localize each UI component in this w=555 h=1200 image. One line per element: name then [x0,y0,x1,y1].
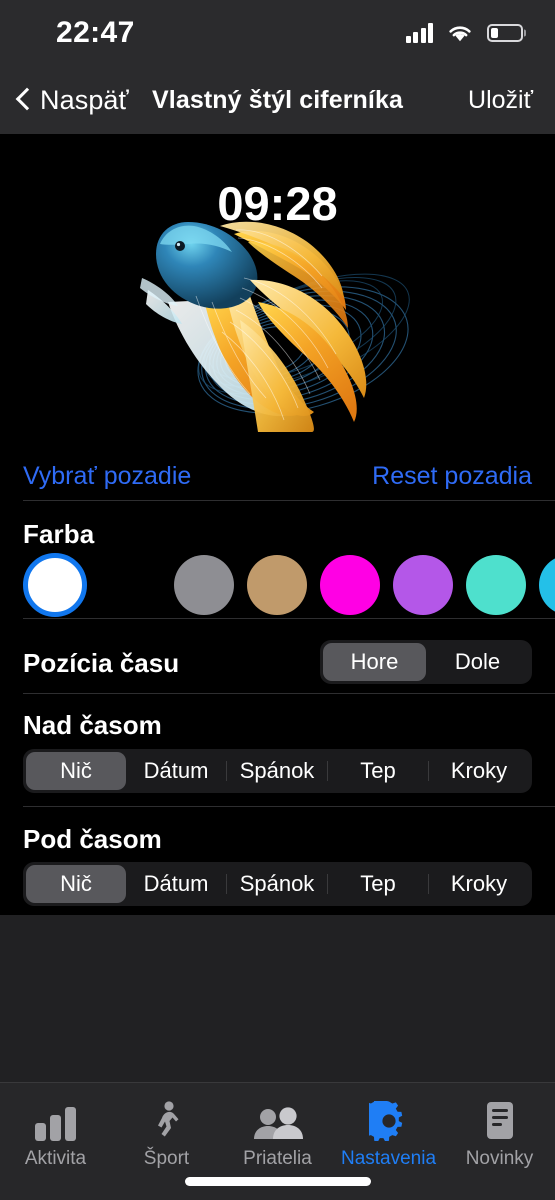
gear-icon [368,1099,409,1141]
navigation-bar: Naspäť Vlastný štýl ciferníka Uložiť [0,66,555,134]
above-time-option-tep[interactable]: Tep [328,752,428,790]
two-people-icon [252,1099,304,1141]
back-button[interactable]: Naspäť [0,85,129,116]
color-section-title: Farba [23,519,95,549]
tab-label: Aktivita [24,1148,87,1169]
tab-label: Šport [143,1148,190,1169]
below-time-option-datum[interactable]: Dátum [126,865,226,903]
preview-clock: 09:28 [217,177,338,230]
color-swatch-cyan[interactable] [539,555,555,615]
time-position-option-dole[interactable]: Dole [426,643,529,681]
below-time-segmented-control[interactable]: Nič Dátum Spánok Tep Kroky [23,862,532,906]
color-swatch-purple[interactable] [393,555,453,615]
reset-background-button[interactable]: Reset pozadia [372,462,532,491]
tab-novinky[interactable]: Novinky [444,1083,555,1170]
below-time-option-spanok[interactable]: Spánok [227,865,327,903]
divider [23,806,555,807]
divider [23,693,555,694]
walking-person-icon [150,1099,184,1141]
choose-background-button[interactable]: Vybrať pozadie [23,462,191,491]
status-bar-clock: 22:47 [56,16,135,49]
divider [23,500,555,501]
tab-aktivita[interactable]: Aktivita [0,1083,111,1170]
color-swatch-turquoise[interactable] [466,555,526,615]
chevron-left-icon [16,87,31,113]
below-time-option-nic[interactable]: Nič [26,865,126,903]
below-time-option-kroky[interactable]: Kroky [429,865,529,903]
above-time-option-kroky[interactable]: Kroky [429,752,529,790]
above-time-option-nic[interactable]: Nič [26,752,126,790]
above-time-label: Nad časom [23,710,162,740]
save-button[interactable]: Uložiť [468,86,555,115]
tab-sport[interactable]: Šport [111,1083,222,1170]
time-position-label: Pozícia času [23,648,180,678]
color-swatch-gray[interactable] [174,555,234,615]
below-time-option-tep[interactable]: Tep [328,865,428,903]
above-time-option-spanok[interactable]: Spánok [227,752,327,790]
home-indicator[interactable] [184,1177,371,1186]
time-position-segmented-control[interactable]: Hore Dole [320,640,532,684]
above-time-segmented-control[interactable]: Nič Dátum Spánok Tep Kroky [23,749,532,793]
watch-face-preview[interactable]: 09:28 [0,134,555,444]
color-swatch-tan[interactable] [247,555,307,615]
status-bar-icons [405,23,523,43]
color-swatch-magenta[interactable] [320,555,380,615]
phone-screen: 22:47 Naspäť Vlastný štýl ciferníka Ulož… [0,0,555,1200]
color-swatch-white[interactable] [23,553,87,617]
color-swatch-row[interactable] [0,548,555,622]
tab-label: Priatelia [243,1148,312,1169]
bar-chart-icon [33,1099,79,1141]
tab-bar: Aktivita Šport Priatelia Nastavenia Novi… [0,1082,555,1200]
tab-label: Novinky [465,1148,534,1169]
time-position-option-hore[interactable]: Hore [323,643,426,681]
status-bar: 22:47 [0,0,555,66]
tab-label: Nastavenia [340,1148,437,1169]
tab-priatelia[interactable]: Priatelia [222,1083,333,1170]
above-time-option-datum[interactable]: Dátum [126,752,226,790]
battery-icon [487,24,523,42]
background-actions-row: Vybrať pozadie Reset pozadia [0,452,555,500]
cellular-signal-icon [405,23,433,43]
document-icon [484,1099,516,1141]
below-time-label: Pod časom [23,824,162,854]
divider [23,618,555,619]
wifi-icon [447,23,473,43]
back-button-label: Naspäť [40,84,129,115]
tab-nastavenia[interactable]: Nastavenia [333,1083,444,1170]
